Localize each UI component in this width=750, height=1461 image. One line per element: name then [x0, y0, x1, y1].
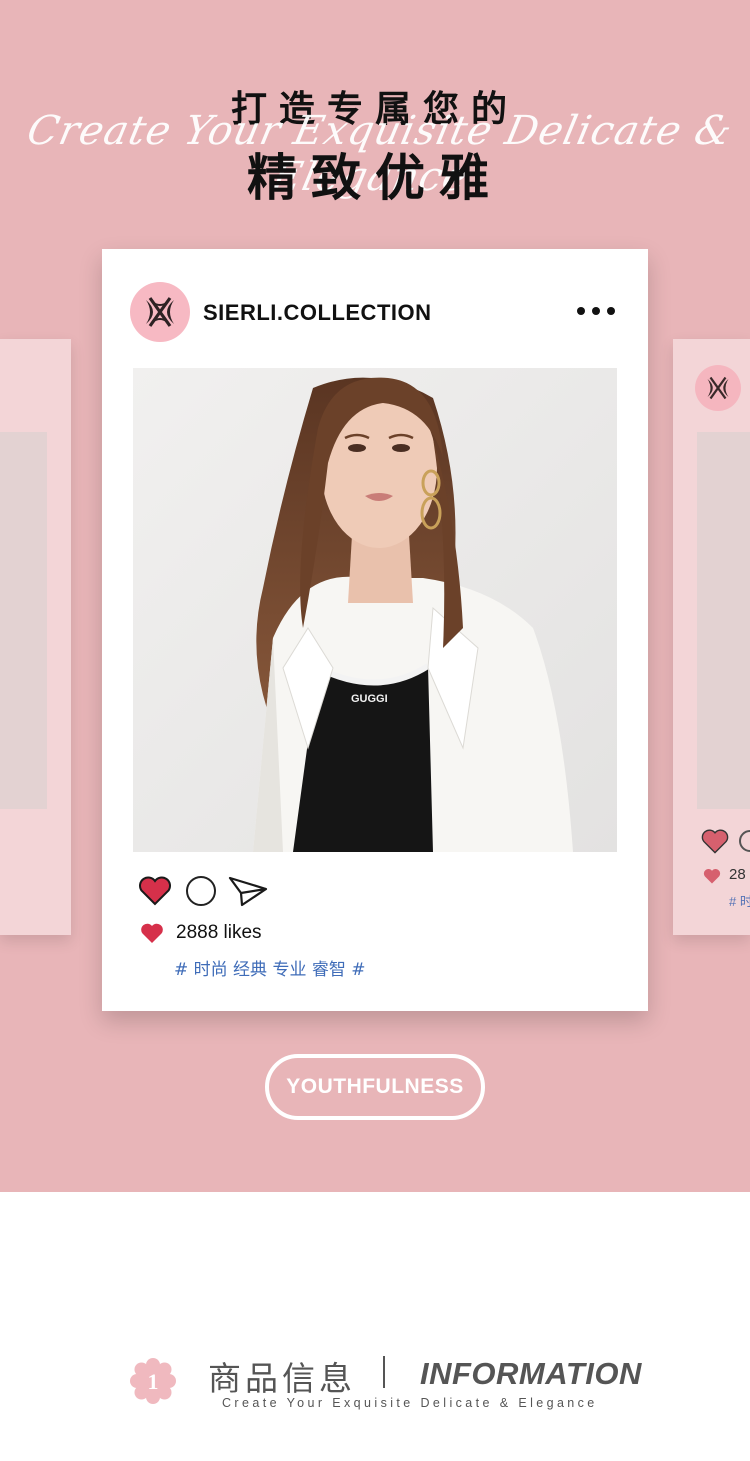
section-number: 1	[148, 1369, 159, 1394]
account-name[interactable]: SIERLI.COLLECTION	[203, 300, 432, 326]
heart-icon[interactable]	[701, 827, 729, 855]
headline-main: 精致优雅	[247, 149, 503, 207]
comment-circle-icon[interactable]	[186, 876, 216, 906]
info-divider	[383, 1356, 385, 1388]
heart-icon[interactable]	[138, 875, 172, 907]
likes-row: 2888 likes	[140, 921, 262, 945]
likes-heart-icon	[141, 923, 163, 943]
side-card-right[interactable]: 28 # 时	[673, 339, 750, 935]
info-title-cn: 商品信息	[208, 1359, 356, 1398]
side-card-image	[697, 432, 750, 809]
more-dots-icon[interactable]	[577, 303, 615, 319]
side-card-left[interactable]	[0, 339, 71, 935]
post-photo[interactable]: GUGGI	[133, 368, 617, 852]
post-actions	[138, 873, 268, 909]
paper-plane-icon[interactable]	[228, 875, 268, 907]
hero-section: 打造专属您的 Create Your Exquisite Delicate & …	[0, 0, 750, 1192]
info-title-en: INFORMATION	[420, 1356, 642, 1391]
comment-circle-icon[interactable]	[739, 830, 750, 852]
flower-number-badge: 1	[130, 1358, 176, 1404]
brand-logo-icon	[695, 365, 741, 411]
likes-count[interactable]: 2888 likes	[176, 922, 262, 944]
side-card-image	[0, 432, 47, 809]
hashtags[interactable]: # 时尚 经典 专业 睿智 #	[174, 955, 366, 980]
info-subtitle: Create Your Exquisite Delicate & Eleganc…	[222, 1396, 598, 1410]
side-likes-text: 28	[729, 866, 746, 883]
small-heart-icon	[703, 869, 721, 884]
shirt-print: GUGGI	[351, 693, 388, 705]
brand-logo-icon[interactable]	[130, 282, 190, 342]
youthfulness-button[interactable]: YOUTHFULNESS	[265, 1054, 485, 1120]
side-hashtags: # 时	[729, 894, 750, 909]
post-card: SIERLI.COLLECTION GUGGI 2888 likes # 时尚 …	[102, 249, 648, 1011]
